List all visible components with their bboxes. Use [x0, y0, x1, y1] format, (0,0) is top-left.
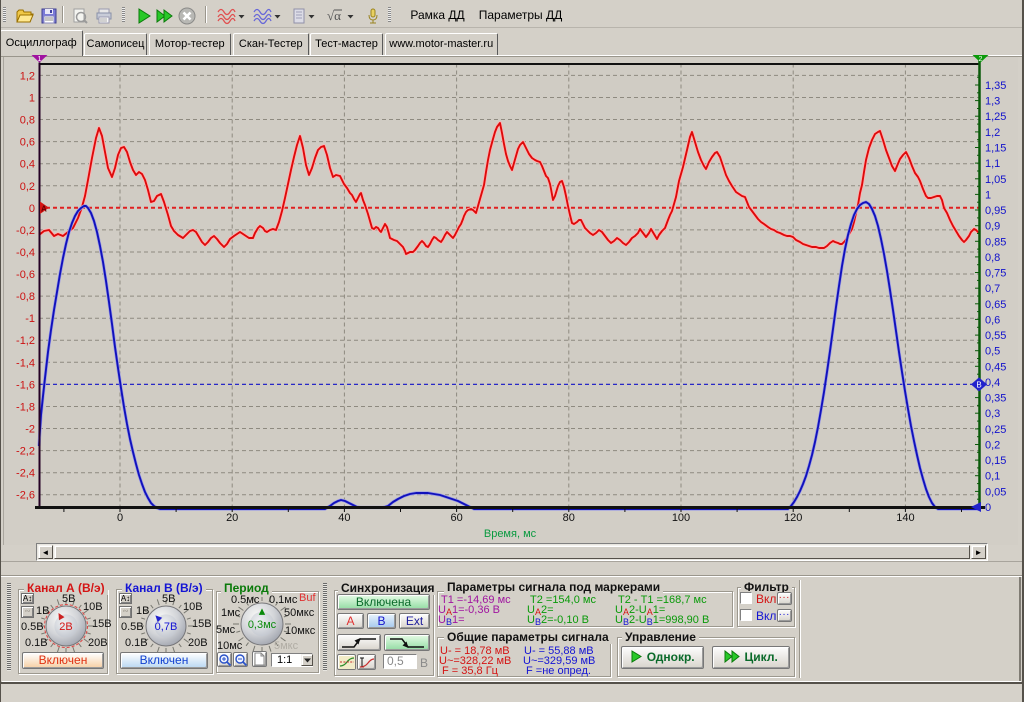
svg-text:2: 2 [979, 56, 983, 63]
svg-text:1: 1 [38, 56, 42, 63]
